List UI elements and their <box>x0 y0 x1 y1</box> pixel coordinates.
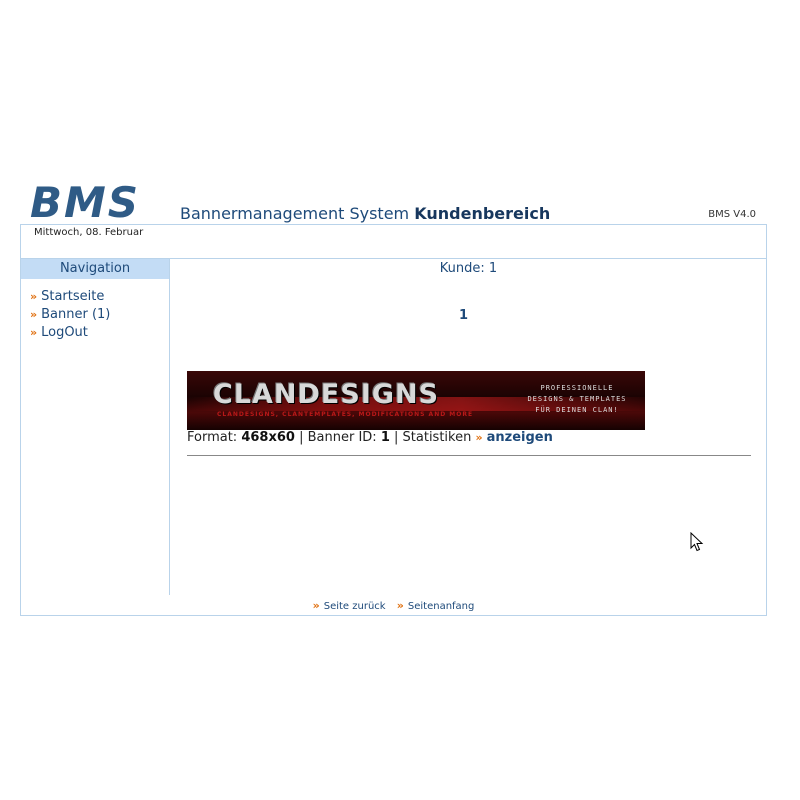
banner-slogan-line: FÜR DEINEN CLAN! <box>535 406 619 414</box>
stats-link[interactable]: anzeigen <box>487 430 553 445</box>
stats-label: Statistiken <box>402 430 472 445</box>
sidebar-item-startseite[interactable]: » Startseite <box>30 288 169 306</box>
sidebar-item-logout[interactable]: » LogOut <box>30 324 169 342</box>
banner-slogan: PROFESSIONELLE DESIGNS & TEMPLATES FÜR D… <box>517 383 637 416</box>
version-label: BMS V4.0 <box>708 209 756 220</box>
banner-id-label: Banner ID: <box>307 430 377 445</box>
top-link[interactable]: » Seitenanfang <box>396 599 475 612</box>
title-bold: Kundenbereich <box>414 204 551 223</box>
separator: | <box>394 430 403 445</box>
sidebar-item-label: LogOut <box>41 325 88 340</box>
sidebar-item-label: Banner (1) <box>41 307 111 322</box>
chevron-right-icon: » <box>30 290 38 303</box>
chevron-right-icon: » <box>475 431 483 444</box>
nav-heading: Navigation <box>21 259 169 279</box>
sidebar-item-label: Startseite <box>41 289 105 304</box>
banner-slogan-line: PROFESSIONELLE <box>540 384 614 392</box>
page-title: Bannermanagement System Kundenbereich <box>180 204 550 223</box>
banner-info: Format: 468x60 | Banner ID: 1 | Statisti… <box>187 430 553 445</box>
format-value: 468x60 <box>241 430 295 445</box>
pagination-page-1[interactable]: 1 <box>170 308 757 323</box>
customer-label: Kunde: 1 <box>439 261 498 276</box>
bms-logo: BMS <box>30 178 141 227</box>
banner-slogan-line: DESIGNS & TEMPLATES <box>527 395 627 403</box>
title-regular: Bannermanagement System <box>180 204 410 223</box>
separator: | <box>299 430 308 445</box>
date-label: Mittwoch, 08. Februar <box>34 227 144 238</box>
chevron-right-icon: » <box>396 599 404 612</box>
sidebar: Navigation » Startseite » Banner (1) » LogO… <box>21 259 170 595</box>
banner-sub-text: CLANDESIGNS, CLANTEMPLATES, MODIFICATION… <box>217 411 474 418</box>
banner-image[interactable]: CLANDESIGNS CLANDESIGNS, CLANTEMPLATES, … <box>187 371 645 430</box>
banner-id-value: 1 <box>380 430 390 445</box>
mouse-cursor-icon <box>690 531 704 556</box>
chevron-right-icon: » <box>30 308 38 321</box>
chevron-right-icon: » <box>30 326 38 339</box>
top-link-label: Seitenanfang <box>407 601 475 612</box>
format-label: Format: <box>187 430 238 445</box>
content-divider <box>187 455 751 456</box>
page: BMS Bannermanagement System Kundenbereic… <box>0 0 800 800</box>
footer: » Seite zurück » Seitenanfang <box>21 599 766 612</box>
sidebar-item-banner[interactable]: » Banner (1) <box>30 306 169 324</box>
nav-list: » Startseite » Banner (1) » LogOut <box>21 288 169 342</box>
chevron-right-icon: » <box>312 599 320 612</box>
banner-main-text: CLANDESIGNS <box>213 379 440 410</box>
back-link[interactable]: » Seite zurück <box>312 599 386 612</box>
back-link-label: Seite zurück <box>323 601 386 612</box>
